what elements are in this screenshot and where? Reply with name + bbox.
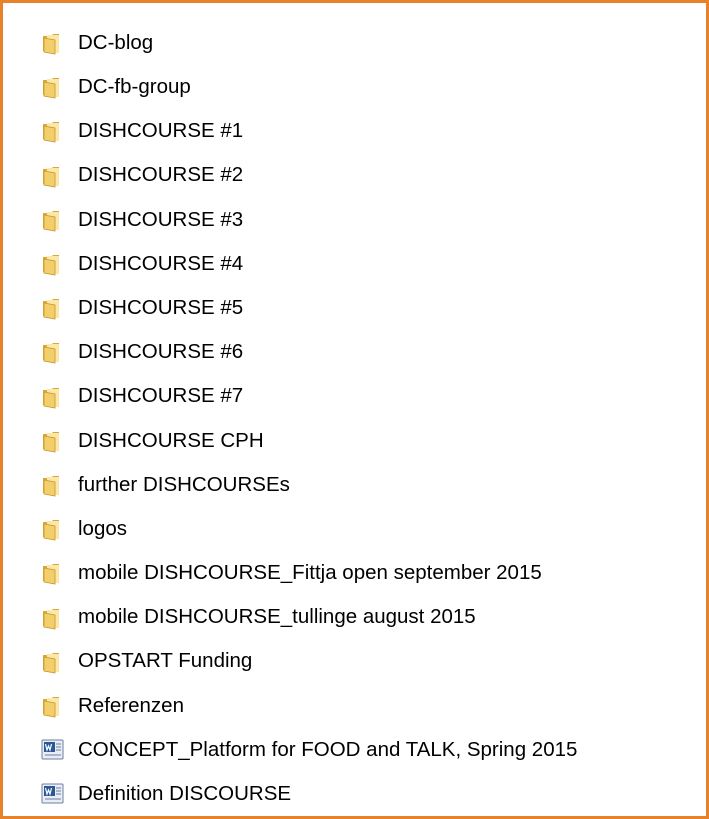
list-item-folder[interactable]: OPSTART Funding	[41, 640, 701, 684]
list-item-folder[interactable]: mobile DISHCOURSE_tullinge august 2015	[41, 595, 701, 639]
list-item-document[interactable]: Definition DISCOURSE	[41, 772, 701, 816]
word-document-icon	[41, 781, 78, 807]
folder-icon	[41, 693, 78, 719]
folder-icon	[41, 472, 78, 498]
item-label: DISHCOURSE #1	[78, 119, 244, 143]
item-label: OPSTART Funding	[78, 649, 253, 673]
item-label: DISHCOURSE CPH	[78, 428, 264, 452]
item-label: DISHCOURSE #5	[78, 295, 244, 319]
list-item-folder[interactable]: further DISHCOURSEs	[41, 463, 701, 507]
list-item-folder[interactable]: DISHCOURSE #2	[41, 154, 701, 198]
folder-icon	[41, 295, 78, 321]
list-item-folder[interactable]: logos	[41, 507, 701, 551]
folder-icon	[41, 163, 78, 189]
list-item-folder[interactable]: DISHCOURSE #7	[41, 375, 701, 419]
list-item-document[interactable]: CONCEPT_Platform for FOOD and TALK, Spri…	[41, 728, 701, 772]
list-item-folder[interactable]: DISHCOURSE #4	[41, 242, 701, 286]
folder-icon	[41, 207, 78, 233]
folder-icon	[41, 605, 78, 631]
folder-icon	[41, 30, 78, 56]
item-label: DISHCOURSE #4	[78, 251, 244, 275]
file-list: DC-blog DC-fb-group DISHCOURSE #1 DISHCO…	[41, 21, 701, 816]
folder-icon	[41, 560, 78, 586]
folder-icon	[41, 516, 78, 542]
item-label: DISHCOURSE #3	[78, 207, 244, 231]
item-label: Definition DISCOURSE	[78, 782, 292, 806]
folder-icon	[41, 339, 78, 365]
list-item-folder[interactable]: DC-fb-group	[41, 65, 701, 109]
file-list-frame: DC-blog DC-fb-group DISHCOURSE #1 DISHCO…	[0, 0, 709, 819]
list-item-folder[interactable]: DISHCOURSE #5	[41, 286, 701, 330]
item-label: logos	[78, 516, 128, 540]
folder-icon	[41, 251, 78, 277]
item-label: DC-fb-group	[78, 75, 191, 99]
list-item-folder[interactable]: DISHCOURSE #6	[41, 330, 701, 374]
folder-icon	[41, 649, 78, 675]
list-item-folder[interactable]: DISHCOURSE #1	[41, 109, 701, 153]
list-item-folder[interactable]: DISHCOURSE CPH	[41, 419, 701, 463]
list-item-folder[interactable]: mobile DISHCOURSE_Fittja open september …	[41, 551, 701, 595]
item-label: further DISHCOURSEs	[78, 472, 290, 496]
item-label: CONCEPT_Platform for FOOD and TALK, Spri…	[78, 737, 578, 761]
list-item-folder[interactable]: Referenzen	[41, 684, 701, 728]
item-label: mobile DISHCOURSE_Fittja open september …	[78, 561, 542, 585]
item-label: Referenzen	[78, 693, 184, 717]
folder-icon	[41, 428, 78, 454]
word-document-icon	[41, 737, 78, 763]
item-label: DISHCOURSE #2	[78, 163, 244, 187]
item-label: DISHCOURSE #6	[78, 340, 244, 364]
item-label: DC-blog	[78, 30, 154, 54]
folder-icon	[41, 384, 78, 410]
item-label: DISHCOURSE #7	[78, 384, 244, 408]
list-item-folder[interactable]: DISHCOURSE #3	[41, 198, 701, 242]
list-item-folder[interactable]: DC-blog	[41, 21, 701, 65]
item-label: mobile DISHCOURSE_tullinge august 2015	[78, 605, 476, 629]
folder-icon	[41, 118, 78, 144]
folder-icon	[41, 74, 78, 100]
